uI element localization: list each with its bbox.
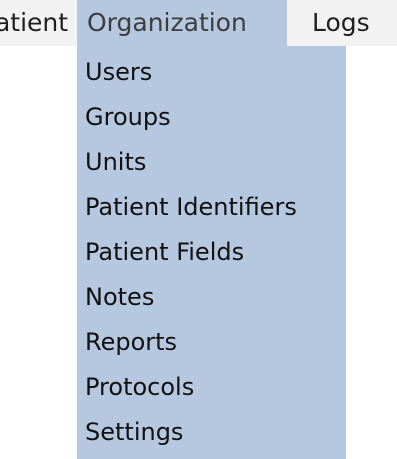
menu-logs-label: Logs bbox=[312, 8, 370, 37]
menu-item-notes[interactable]: Notes bbox=[77, 275, 346, 320]
menu-item-users[interactable]: Users bbox=[77, 50, 346, 95]
menu-organization-label: Organization bbox=[87, 8, 247, 37]
menu-item-settings[interactable]: Settings bbox=[77, 410, 346, 455]
menu-bar: Patient Organization Logs bbox=[0, 0, 397, 46]
menu-item-patient-identifiers[interactable]: Patient Identifiers bbox=[77, 185, 346, 230]
menu-logs[interactable]: Logs bbox=[300, 0, 397, 46]
menu-item-groups[interactable]: Groups bbox=[77, 95, 346, 140]
menu-item-patient-fields[interactable]: Patient Fields bbox=[77, 230, 346, 275]
menu-organization[interactable]: Organization bbox=[77, 0, 287, 46]
menu-item-reports[interactable]: Reports bbox=[77, 320, 346, 365]
menu-patient[interactable]: Patient bbox=[0, 0, 70, 46]
organization-dropdown-menu: Users Groups Units Patient Identifiers P… bbox=[77, 46, 346, 459]
menu-item-protocols[interactable]: Protocols bbox=[77, 365, 346, 410]
menu-item-units[interactable]: Units bbox=[77, 140, 346, 185]
menu-patient-label: Patient bbox=[0, 8, 69, 37]
